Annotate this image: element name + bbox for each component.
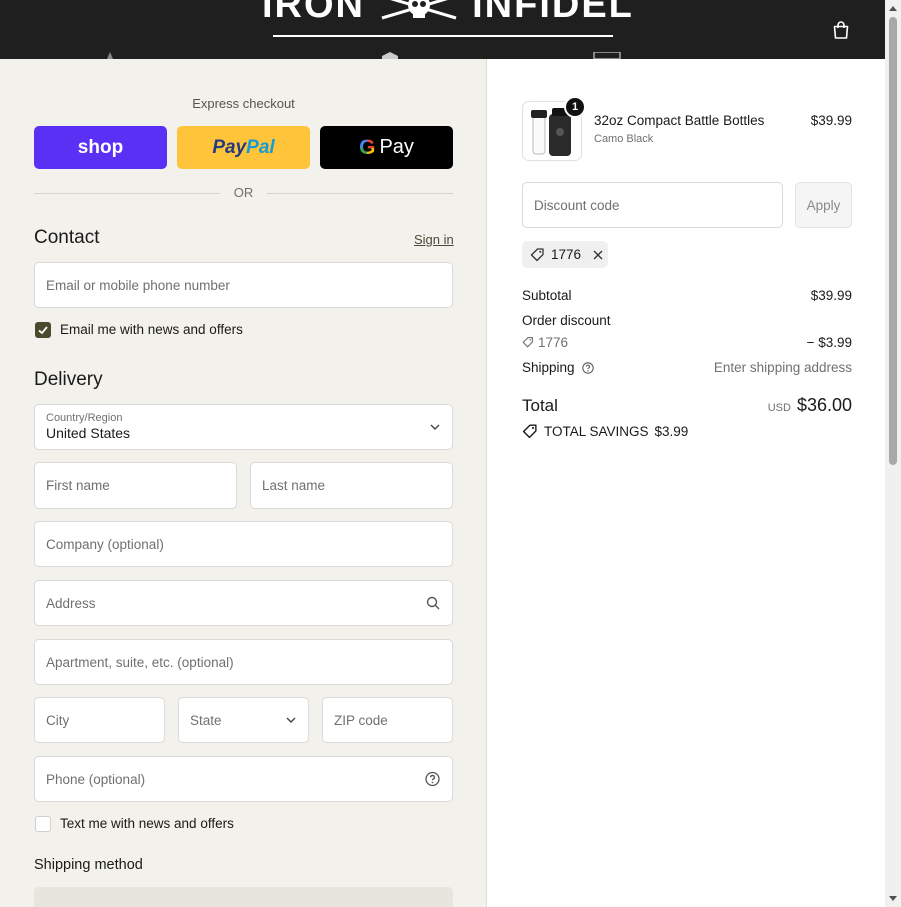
help-circle-icon[interactable] — [425, 771, 440, 787]
scroll-down-arrow[interactable] — [889, 896, 897, 901]
scroll-up-arrow[interactable] — [889, 6, 897, 11]
country-select[interactable]: Country/Region United States — [34, 404, 453, 450]
savings-label: TOTAL SAVINGS — [544, 423, 649, 439]
order-discount-row: Order discount — [522, 313, 852, 328]
express-checkout-label: Express checkout — [192, 96, 295, 111]
checkmark-icon — [38, 326, 48, 335]
subtotal-value: $39.99 — [810, 288, 852, 303]
product-name: 32oz Compact Battle Bottles — [594, 113, 765, 128]
phone-field[interactable]: Phone (optional) — [34, 756, 453, 802]
product-variant: Camo Black — [594, 133, 654, 145]
google-pay-label: Pay — [379, 136, 414, 158]
remove-discount-button[interactable] — [593, 250, 603, 260]
shop-pay-button[interactable]: shop — [34, 126, 167, 169]
phone-placeholder: Phone (optional) — [46, 771, 146, 787]
city-placeholder: City — [46, 712, 70, 728]
brand-right: INFIDEL — [472, 0, 634, 26]
last-name-placeholder: Last name — [262, 478, 326, 493]
discount-code-text: 1776 — [538, 335, 569, 350]
email-news-label: Email me with news and offers — [60, 322, 243, 337]
or-divider: OR — [34, 185, 453, 201]
divider-line-right — [267, 193, 453, 194]
paypal-label-pay: Pay — [212, 136, 247, 158]
first-name-field[interactable]: First name — [34, 462, 237, 509]
applied-discount-code: 1776 — [551, 247, 582, 262]
badge-icon — [382, 52, 398, 59]
chevron-down-icon — [286, 717, 296, 723]
country-value: United States — [46, 425, 131, 441]
savings-value: $3.99 — [654, 423, 689, 439]
country-label: Country/Region — [46, 412, 123, 424]
quantity-badge: 1 — [564, 96, 586, 118]
subtotal-label: Subtotal — [522, 288, 572, 303]
zip-field[interactable]: ZIP code — [322, 697, 453, 743]
paypal-button[interactable]: Pay Pal — [177, 126, 310, 169]
tag-icon — [530, 248, 544, 262]
currency-code: USD — [767, 402, 791, 414]
sign-in-link[interactable]: Sign in — [414, 232, 454, 247]
discount-amount: − $3.99 — [806, 335, 852, 350]
paypal-label-pal: Pal — [246, 136, 275, 158]
help-circle-icon[interactable] — [582, 362, 595, 374]
brand-underline — [273, 35, 613, 37]
text-news-label: Text me with news and offers — [60, 816, 234, 831]
apartment-placeholder: Apartment, suite, etc. (optional) — [46, 654, 234, 670]
checkout-form-panel: Express checkout shop Pay Pal G Pay OR Con… — [0, 59, 487, 907]
total-amount: USD $36.00 — [768, 395, 852, 416]
product-price: $39.99 — [810, 113, 852, 128]
chevron-down-icon — [430, 424, 440, 430]
email-field[interactable]: Email or mobile phone number — [34, 262, 453, 308]
state-select[interactable]: State — [178, 697, 309, 743]
google-pay-button[interactable]: G Pay — [320, 126, 453, 169]
brand-left: IRON — [262, 0, 365, 26]
zip-placeholder: ZIP code — [334, 712, 388, 728]
store-logo[interactable]: IRON INFIDEL — [262, 0, 634, 27]
discount-code-row: 1776 − $3.99 — [522, 335, 852, 350]
truck-icon — [593, 52, 621, 59]
tag-icon — [522, 424, 537, 439]
page-scrollbar[interactable] — [885, 0, 901, 907]
total-savings: TOTAL SAVINGS $3.99 — [522, 423, 688, 439]
shipping-row: Shipping Enter shipping address — [522, 360, 852, 375]
skull-crossed-rifles-icon — [381, 0, 456, 20]
star-icon — [107, 52, 113, 59]
email-news-checkbox[interactable] — [35, 322, 51, 338]
last-name-field[interactable]: Last name — [250, 462, 453, 509]
city-field[interactable]: City — [34, 697, 165, 743]
address-field[interactable]: Address — [34, 580, 453, 626]
shipping-label: Shipping — [522, 360, 575, 375]
apartment-field[interactable]: Apartment, suite, etc. (optional) — [34, 639, 453, 685]
delivery-title: Delivery — [34, 369, 103, 390]
discount-code-placeholder: Discount code — [534, 197, 620, 213]
company-placeholder: Company (optional) — [46, 536, 164, 552]
order-discount-label: Order discount — [522, 313, 611, 328]
subtotal-row: Subtotal $39.99 — [522, 288, 852, 303]
shopping-bag-icon[interactable] — [831, 20, 851, 40]
google-g-icon: G — [359, 135, 376, 159]
order-summary-panel: 1 32oz Compact Battle Bottles Camo Black… — [488, 59, 885, 907]
text-news-checkbox[interactable] — [35, 816, 51, 832]
contact-title: Contact — [34, 227, 100, 248]
company-field[interactable]: Company (optional) — [34, 521, 453, 567]
store-header: IRON INFIDEL — [0, 0, 885, 59]
shop-pay-label: shop — [77, 136, 124, 158]
search-icon — [426, 596, 440, 610]
close-icon — [593, 250, 603, 259]
shipping-method-placeholder-box — [34, 887, 453, 907]
first-name-placeholder: First name — [46, 478, 110, 493]
scrollbar-thumb[interactable] — [889, 17, 897, 465]
apply-discount-button[interactable]: Apply — [795, 182, 852, 228]
email-placeholder: Email or mobile phone number — [46, 277, 230, 293]
tag-icon — [522, 337, 533, 348]
shipping-value: Enter shipping address — [713, 360, 852, 375]
state-placeholder: State — [190, 712, 222, 728]
total-value: $36.00 — [796, 395, 852, 415]
total-label: Total — [522, 396, 558, 415]
applied-discount-chip: 1776 — [522, 241, 608, 268]
discount-code-field[interactable]: Discount code — [522, 182, 783, 228]
address-placeholder: Address — [46, 595, 96, 611]
shipping-method-title: Shipping method — [34, 857, 143, 873]
